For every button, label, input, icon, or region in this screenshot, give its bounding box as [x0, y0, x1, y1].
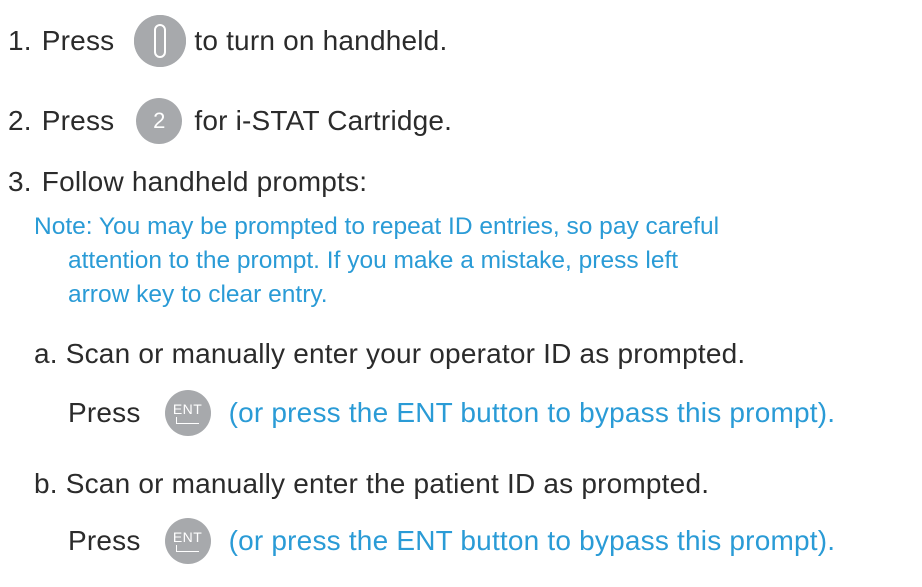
substep-b-press-row: Press ENT (or press the ENT button to by…: [68, 514, 835, 568]
note-line-2: attention to the prompt. If you make a m…: [68, 247, 679, 274]
ent-key-label: ENT: [172, 529, 203, 545]
step-3-text: Follow handheld prompts:: [41, 166, 368, 197]
substep-b: b. Scan or manually enter the patient ID…: [34, 464, 709, 504]
substep-a-press: Press: [68, 397, 141, 428]
step-2-text: for i-STAT Cartridge.: [194, 105, 453, 136]
step-2-press: Press: [41, 105, 115, 136]
ent-button-icon: ENT: [164, 518, 211, 564]
step-3: 3. Follow handheld prompts:: [8, 162, 367, 202]
substep-a-text: a. Scan or manually enter your operator …: [34, 338, 746, 369]
enter-arrow-icon: [176, 545, 200, 552]
step-2: 2. Press 2 for i-STAT Cartridge.: [8, 96, 452, 146]
step-1-number: 1.: [8, 25, 32, 56]
step-1-press: Press: [41, 25, 115, 56]
step-3-number: 3.: [8, 166, 32, 197]
step-2-number: 2.: [8, 105, 32, 136]
substep-a-hint: (or press the ENT button to bypass this …: [228, 397, 836, 428]
key-2-button-icon: 2: [136, 98, 183, 144]
note-line-3: arrow key to clear entry.: [68, 281, 328, 308]
enter-arrow-icon: [176, 417, 200, 424]
substep-a-press-row: Press ENT (or press the ENT button to by…: [68, 386, 835, 440]
note-block: Note: You may be prompted to repeat ID e…: [34, 210, 719, 312]
ent-key-label: ENT: [172, 401, 203, 417]
power-button-icon: [134, 15, 187, 67]
ent-button-icon: ENT: [164, 390, 211, 436]
substep-b-press: Press: [68, 525, 141, 556]
substep-b-text: b. Scan or manually enter the patient ID…: [34, 468, 710, 499]
substep-b-hint: (or press the ENT button to bypass this …: [228, 525, 836, 556]
step-1-text: to turn on handheld.: [194, 25, 448, 56]
power-icon: [134, 15, 187, 67]
step-1: 1. Press to turn on handheld.: [8, 12, 447, 70]
substep-a: a. Scan or manually enter your operator …: [34, 334, 745, 374]
note-line-1: Note: You may be prompted to repeat ID e…: [34, 213, 720, 240]
